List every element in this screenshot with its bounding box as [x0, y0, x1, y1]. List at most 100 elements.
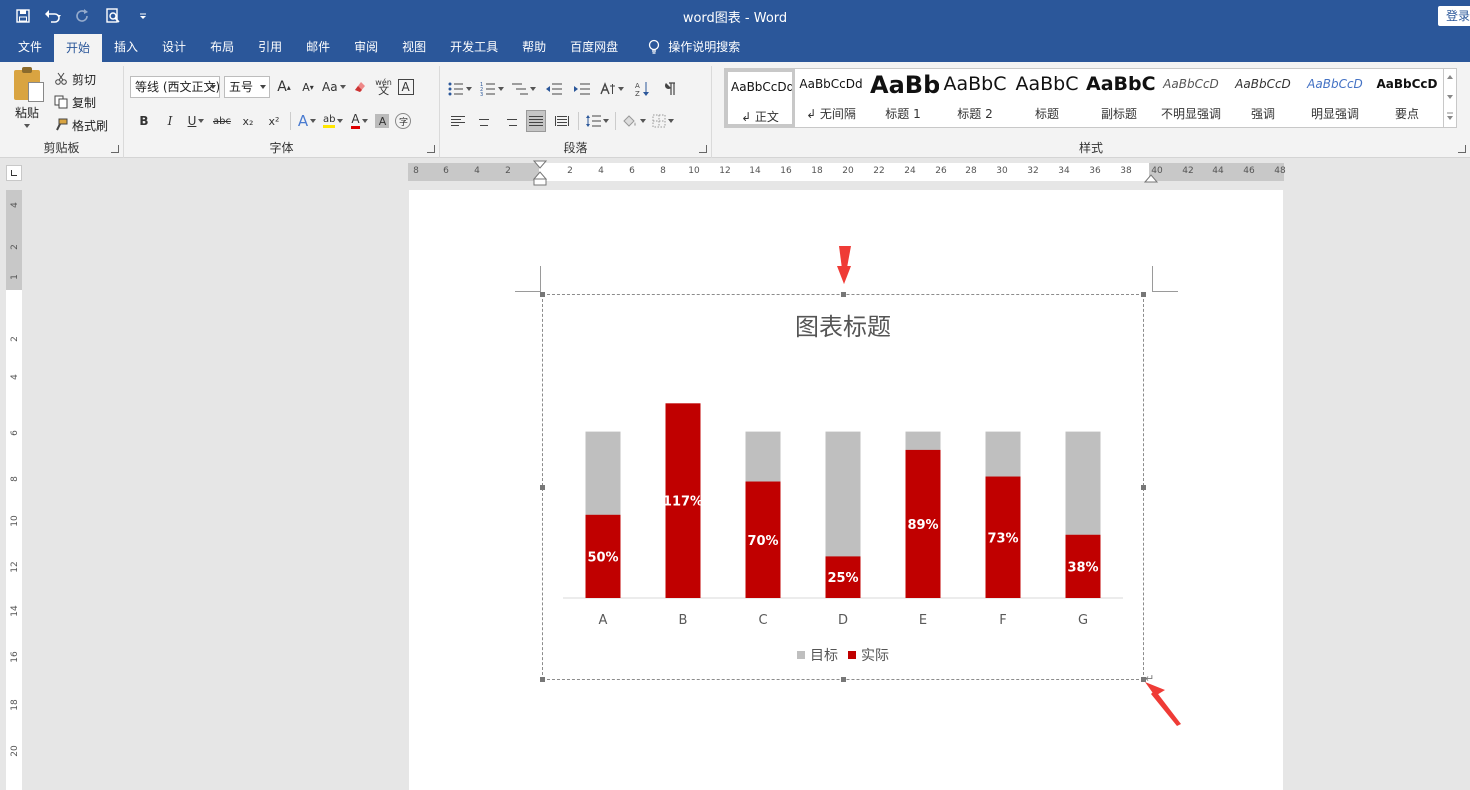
indent-marker-icon[interactable] — [533, 160, 547, 186]
style-name: 副标题 — [1100, 107, 1137, 121]
cut-button[interactable]: 剪切 — [54, 70, 108, 88]
style-item[interactable]: AaBbCcD 要点 — [1371, 69, 1443, 127]
format-painter-button[interactable]: 格式刷 — [54, 116, 108, 134]
styles-gallery-scrollbar[interactable] — [1443, 68, 1457, 128]
style-sample: AaBb — [870, 71, 939, 99]
enclose-char-button[interactable]: 字 — [395, 113, 412, 129]
char-shading-button[interactable]: A — [375, 114, 390, 128]
legend-item[interactable]: 实际 — [848, 645, 889, 665]
style-item[interactable]: AaBbCcDd ↲ 无间隔 — [795, 69, 867, 127]
clipboard-launcher-icon[interactable] — [111, 145, 119, 153]
tab-2[interactable]: 插入 — [102, 32, 150, 62]
style-item[interactable]: AaBbCcD 明显强调 — [1299, 69, 1371, 127]
bullets-button[interactable] — [448, 78, 472, 100]
bar-chart[interactable]: 50% A 117% B 70% C 25% D 89% E 73% F 38% G — [543, 295, 1145, 681]
tab-selector-button[interactable] — [6, 165, 22, 181]
copy-button[interactable]: 复制 — [54, 93, 108, 111]
style-name: 明显强调 — [1310, 107, 1359, 121]
change-case-button[interactable]: Aa — [322, 76, 346, 98]
tab-3[interactable]: 设计 — [150, 32, 198, 62]
ruler-number: 2 — [505, 166, 511, 176]
shrink-font-button[interactable]: A ▾ — [298, 76, 318, 98]
shading-button[interactable] — [622, 110, 646, 132]
tab-11[interactable]: 百度网盘 — [558, 32, 630, 62]
bold-button[interactable]: B — [134, 110, 154, 132]
tab-7[interactable]: 审阅 — [342, 32, 390, 62]
vertical-ruler[interactable]: 4 2 1 2 4 6 8 10 12 14 16 18 20 — [6, 190, 22, 790]
font-launcher-icon[interactable] — [427, 145, 435, 153]
right-indent-marker-icon[interactable] — [1144, 173, 1158, 183]
tab-9[interactable]: 开发工具 — [438, 32, 510, 62]
tab-6[interactable]: 邮件 — [294, 32, 342, 62]
style-sample: AaBbCcD — [1235, 77, 1291, 91]
data-label[interactable]: 73% — [987, 531, 1018, 546]
data-label[interactable]: 70% — [747, 534, 778, 549]
align-right-button[interactable] — [500, 110, 520, 132]
data-label[interactable]: 89% — [907, 518, 938, 533]
login-button[interactable]: 登录 — [1438, 6, 1470, 26]
decrease-indent-button[interactable] — [544, 78, 564, 100]
style-item[interactable]: AaBbC 副标题 — [1083, 69, 1155, 127]
legend-item[interactable]: 目标 — [797, 645, 838, 665]
tab-8[interactable]: 视图 — [390, 32, 438, 62]
chinese-layout-button[interactable] — [600, 78, 624, 100]
highlight-button[interactable]: ab — [323, 110, 344, 132]
legend-label: 目标 — [810, 648, 838, 664]
horizontal-ruler[interactable]: 8 6 4 2 2 4 6 8 10 12 14 16 18 20 22 24 26 28 30 32 34 36 38 40… — [408, 160, 1286, 186]
font-color-button[interactable]: A — [349, 110, 369, 132]
text-effects-button[interactable]: A — [297, 110, 317, 132]
copy-label: 复制 — [72, 95, 97, 110]
show-marks-button[interactable] — [660, 78, 680, 100]
style-item[interactable]: AaBbC 标题 — [1011, 69, 1083, 127]
chart-object[interactable]: 图表标题 50% A 117% B 70% C 25% D 89% E 73% F 38% G 目标 实际 — [540, 292, 1146, 682]
tab-1[interactable]: 开始 — [54, 34, 103, 62]
tab-4[interactable]: 布局 — [198, 32, 246, 62]
ruler-number: 2 — [10, 336, 20, 342]
sort-button[interactable]: AZ — [632, 78, 652, 100]
paste-dropdown-icon[interactable] — [24, 124, 30, 128]
underline-button[interactable]: U — [186, 110, 206, 132]
increase-indent-button[interactable] — [572, 78, 592, 100]
tab-10[interactable]: 帮助 — [510, 32, 558, 62]
x-tick-label: D — [838, 613, 848, 628]
numbering-button[interactable]: 123 — [480, 78, 504, 100]
styles-launcher-icon[interactable] — [1458, 145, 1466, 153]
align-center-button[interactable] — [474, 110, 494, 132]
tab-5[interactable]: 引用 — [246, 32, 294, 62]
align-left-button[interactable] — [448, 110, 468, 132]
style-item[interactable]: AaBbC 标题 2 — [939, 69, 1011, 127]
tell-me-search[interactable]: 操作说明搜索 — [636, 32, 752, 62]
style-item[interactable]: AaBb 标题 1 — [867, 69, 939, 127]
document-page[interactable]: 图表标题 50% A 117% B 70% C 25% D 89% E 73% F 38% G 目标 实际 … — [409, 190, 1283, 790]
data-label[interactable]: 117% — [663, 495, 703, 510]
data-label[interactable]: 50% — [587, 550, 618, 565]
style-item[interactable]: AaBbCcD 不明显强调 — [1155, 69, 1227, 127]
svg-text:A: A — [635, 82, 640, 90]
strikethrough-button[interactable]: abc — [212, 110, 232, 132]
data-label[interactable]: 25% — [827, 571, 858, 586]
italic-button[interactable]: I — [160, 110, 180, 132]
line-spacing-button[interactable] — [585, 110, 609, 132]
style-item[interactable]: AaBbCcD 强调 — [1227, 69, 1299, 127]
tab-0[interactable]: 文件 — [6, 32, 54, 62]
style-item[interactable]: AaBbCcDd ↲ 正文 — [725, 69, 795, 127]
font-family-combo[interactable]: 等线 (西文正文) — [130, 76, 220, 98]
superscript-button[interactable]: x² — [264, 110, 284, 132]
chart-legend[interactable]: 目标 实际 — [543, 645, 1143, 665]
data-label[interactable]: 38% — [1067, 560, 1098, 575]
style-name: ↲ 正文 — [741, 110, 779, 124]
justify-button[interactable] — [526, 110, 546, 132]
char-border-button[interactable]: A — [397, 79, 414, 95]
paste-button[interactable]: 粘贴 — [8, 67, 46, 128]
font-size-combo[interactable]: 五号 — [224, 76, 270, 98]
phonetic-guide-button[interactable]: wén 文 — [374, 76, 394, 98]
paragraph-group-label: 段落 — [563, 141, 588, 155]
multilevel-list-button[interactable] — [512, 78, 536, 100]
clear-format-icon[interactable] — [350, 76, 370, 98]
paragraph-launcher-icon[interactable] — [699, 145, 707, 153]
ruler-number: 16 — [10, 651, 20, 663]
distributed-button[interactable] — [552, 110, 572, 132]
grow-font-button[interactable]: A ▴ — [274, 76, 294, 98]
borders-button[interactable] — [652, 110, 674, 132]
subscript-button[interactable]: x₂ — [238, 110, 258, 132]
